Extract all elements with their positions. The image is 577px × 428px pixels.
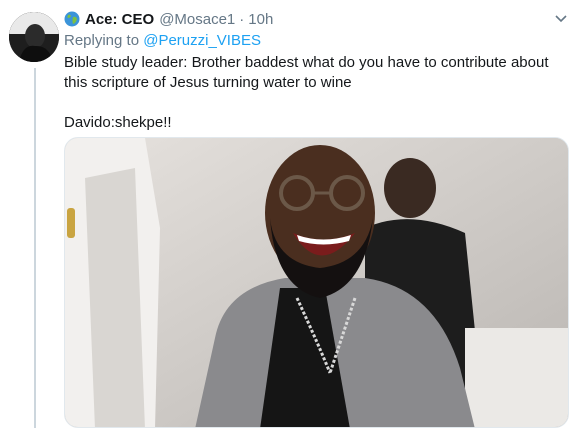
reply-prefix: Replying to (64, 32, 140, 49)
photo-laughing-man (65, 138, 568, 427)
reply-context: Replying to @Peruzzi_VIBES (64, 30, 569, 51)
tweet-content: Ace: CEO @Mosace1 · 10h Replying to @Per… (64, 8, 569, 428)
author-handle[interactable]: @Mosace1 (159, 11, 235, 28)
tweet-text-paragraph-2: Davido:shekpe!! (64, 114, 172, 131)
chevron-down-icon[interactable] (553, 10, 569, 26)
globe-icon (64, 11, 80, 27)
tweet-text: Bible study leader: Brother baddest what… (64, 53, 569, 133)
thread-connector-line (34, 68, 36, 428)
tweet-header: Ace: CEO @Mosace1 · 10h (64, 8, 569, 30)
avatar-image (9, 12, 59, 62)
avatar[interactable] (9, 12, 59, 62)
tweet-text-paragraph-1: Bible study leader: Brother baddest what… (64, 54, 549, 91)
tweet-timestamp[interactable]: 10h (248, 11, 273, 28)
reply-handle-link[interactable]: @Peruzzi_VIBES (143, 32, 261, 49)
author-name[interactable]: Ace: CEO (85, 11, 154, 28)
separator-dot: · (239, 10, 245, 28)
tweet-photo[interactable] (64, 137, 569, 428)
